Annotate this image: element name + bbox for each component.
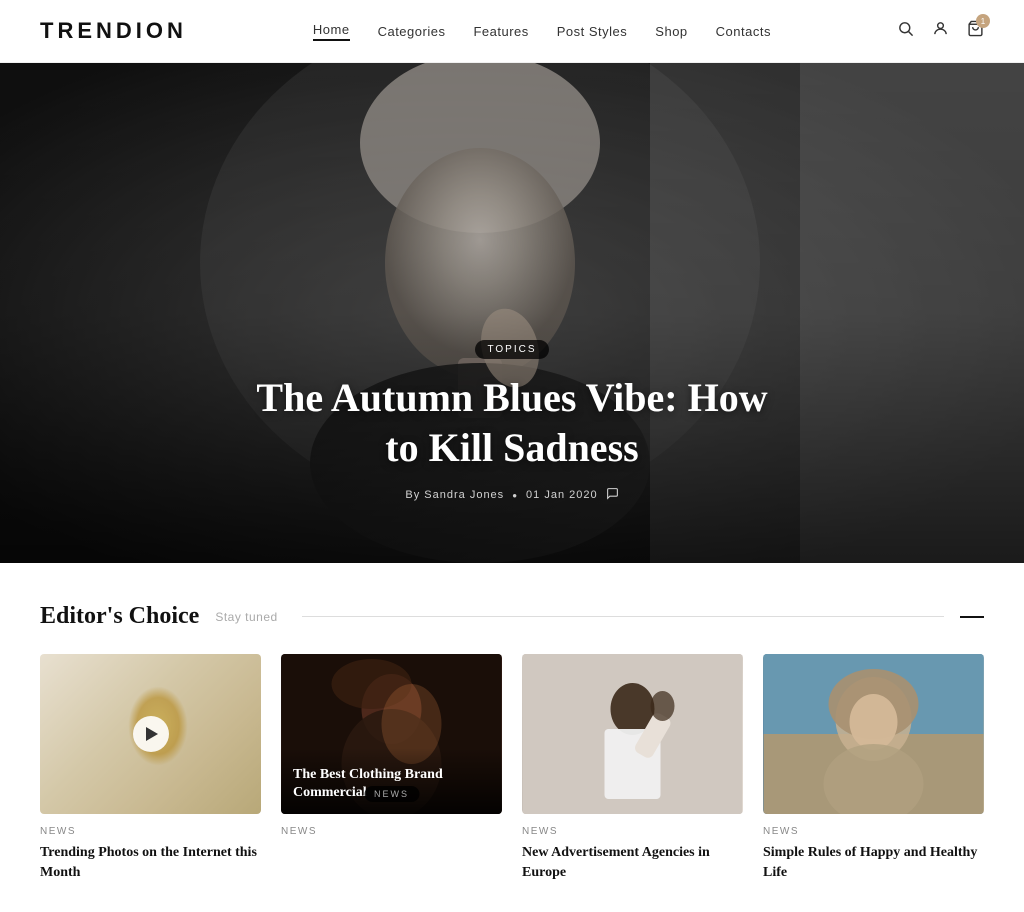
nav-contacts[interactable]: Contacts	[716, 24, 771, 39]
card-1-category: NEWS	[40, 826, 261, 837]
site-header: TRENDION Home Categories Features Post S…	[0, 0, 1024, 63]
card-4-title[interactable]: Simple Rules of Happy and Healthy Life	[763, 843, 984, 882]
editors-header: Editor's Choice Stay tuned	[40, 603, 984, 630]
card-1-play-button[interactable]	[133, 716, 169, 752]
header-actions: 1	[897, 20, 984, 42]
card-1[interactable]: NEWS Trending Photos on the Internet thi…	[40, 654, 261, 882]
card-3[interactable]: NEWS New Advertisement Agencies in Europ…	[522, 654, 743, 882]
editors-choice-subtitle: Stay tuned	[215, 610, 277, 624]
editors-divider-line	[302, 616, 944, 617]
hero-author: By Sandra Jones	[405, 489, 504, 501]
card-2-image: NEWS The Best Clothing Brand Commercial	[281, 654, 502, 814]
editors-choice-section: Editor's Choice Stay tuned NEWS Trending…	[0, 563, 1024, 912]
card-2[interactable]: NEWS The Best Clothing Brand Commercial …	[281, 654, 502, 882]
nav-post-styles[interactable]: Post Styles	[557, 24, 628, 39]
card-4-category: NEWS	[763, 826, 984, 837]
card-1-title[interactable]: Trending Photos on the Internet this Mon…	[40, 843, 261, 882]
card-3-title[interactable]: New Advertisement Agencies in Europe	[522, 843, 743, 882]
editors-choice-title: Editor's Choice	[40, 603, 199, 630]
cart-icon-wrapper[interactable]: 1	[967, 20, 984, 42]
card-2-overlay-tag: NEWS	[364, 786, 419, 802]
card-3-category: NEWS	[522, 826, 743, 837]
hero-title[interactable]: The Autumn Blues Vibe: How to Kill Sadne…	[252, 373, 772, 473]
hero-date: 01 Jan 2020	[526, 489, 598, 501]
hero-tag[interactable]: TOPICS	[475, 340, 548, 359]
card-4[interactable]: NEWS Simple Rules of Happy and Healthy L…	[763, 654, 984, 882]
hero-meta: By Sandra Jones ● 01 Jan 2020	[252, 487, 772, 503]
search-icon[interactable]	[897, 20, 914, 42]
user-icon[interactable]	[932, 20, 949, 42]
editors-divider-dash	[960, 616, 984, 618]
cart-badge: 1	[976, 14, 990, 28]
card-3-image	[522, 654, 743, 814]
meta-separator: ●	[512, 491, 518, 500]
nav-features[interactable]: Features	[473, 24, 528, 39]
hero-content: TOPICS The Autumn Blues Vibe: How to Kil…	[252, 339, 772, 563]
card-3-illustration	[522, 654, 743, 814]
site-logo[interactable]: TRENDION	[40, 18, 187, 44]
card-2-category: NEWS	[281, 826, 502, 837]
nav-shop[interactable]: Shop	[655, 24, 687, 39]
hero-section: TOPICS The Autumn Blues Vibe: How to Kil…	[0, 63, 1024, 563]
card-4-image	[763, 654, 984, 814]
cards-grid: NEWS Trending Photos on the Internet thi…	[40, 654, 984, 882]
nav-home[interactable]: Home	[313, 22, 350, 41]
comment-icon	[606, 487, 619, 503]
nav-categories[interactable]: Categories	[378, 24, 446, 39]
card-1-image	[40, 654, 261, 814]
main-nav: Home Categories Features Post Styles Sho…	[313, 22, 771, 41]
card-4-illustration	[763, 654, 984, 814]
